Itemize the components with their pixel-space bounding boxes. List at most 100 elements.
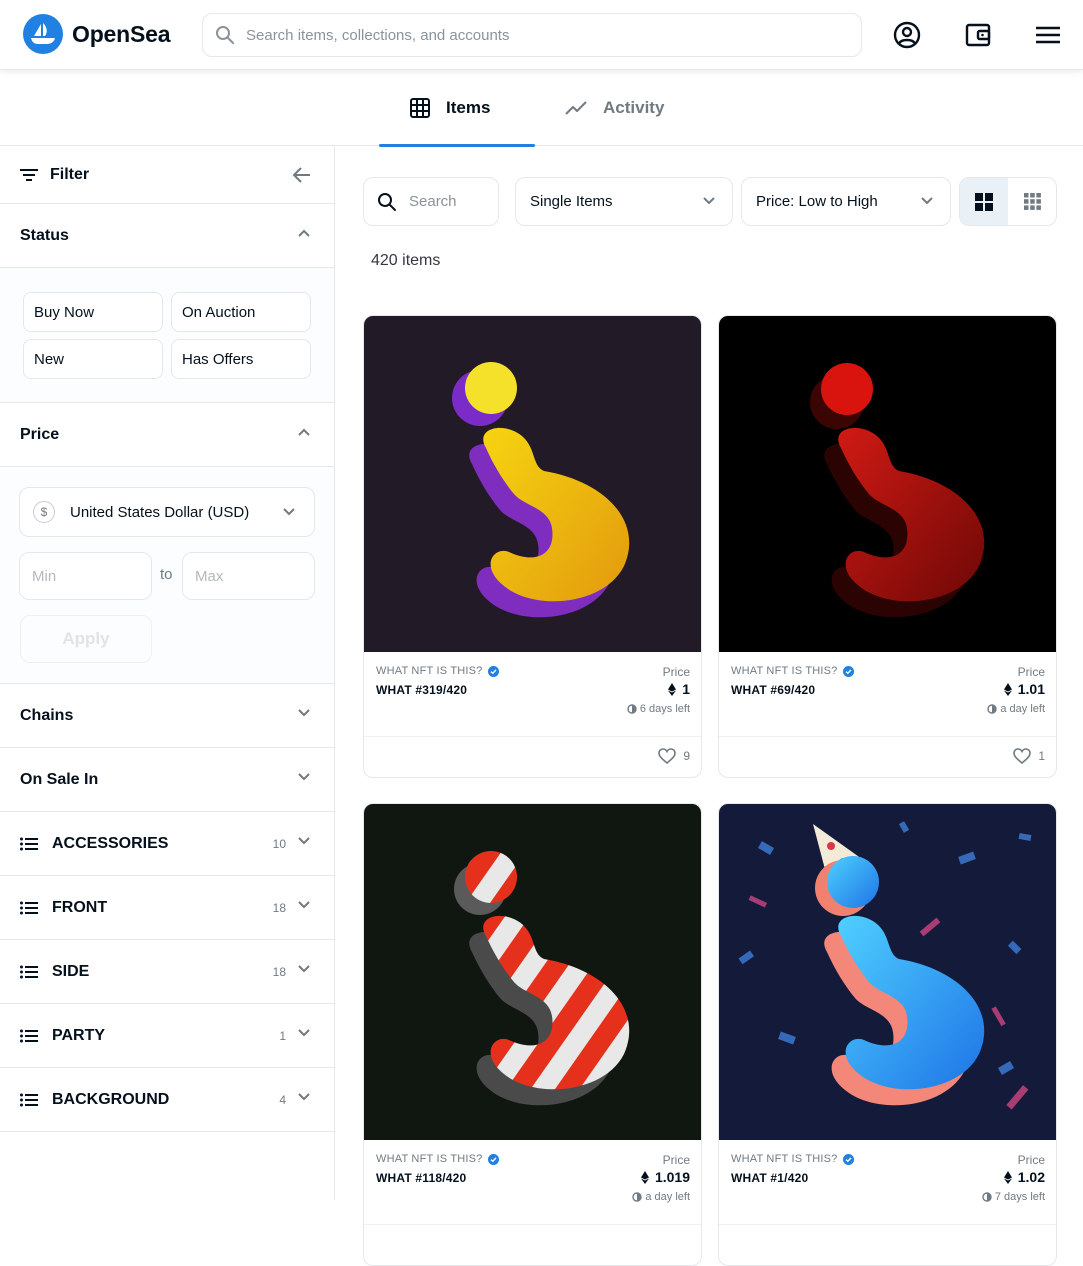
items-search-input[interactable] — [409, 193, 489, 210]
collapse-arrow-icon[interactable] — [292, 166, 312, 184]
opensea-logo[interactable]: OpenSea — [23, 14, 171, 54]
price-label: Price — [662, 665, 690, 679]
list-icon — [20, 1029, 38, 1043]
trait-label: PARTY — [52, 1026, 106, 1044]
chevron-down-icon — [298, 901, 310, 909]
tab-activity-label: Activity — [603, 97, 665, 117]
favorite-button[interactable]: 9 — [658, 748, 690, 764]
wallet-icon[interactable] — [963, 20, 993, 50]
trait-side[interactable]: SIDE 18 — [0, 940, 334, 1004]
time-left: a day left — [632, 1191, 690, 1203]
activity-icon — [565, 100, 587, 116]
nft-card[interactable]: WHAT NFT IS THIS? WHAT #69/420 Price 1.0… — [718, 315, 1057, 778]
trait-count: 4 — [279, 1092, 286, 1107]
price-value: 1 — [668, 681, 690, 697]
status-on-auction[interactable]: On Auction — [171, 292, 311, 332]
top-navbar: OpenSea — [0, 0, 1083, 70]
heart-icon — [1013, 748, 1032, 764]
time-left: a day left — [987, 703, 1045, 715]
nft-artwork-image — [364, 316, 701, 652]
price-amount: 1.019 — [654, 1169, 690, 1185]
status-new[interactable]: New — [23, 339, 163, 379]
tab-items[interactable]: Items — [379, 70, 535, 147]
trait-label: ACCESSORIES — [52, 834, 169, 852]
item-count: 420 items — [371, 252, 441, 269]
collection-name[interactable]: WHAT NFT IS THIS? — [376, 665, 499, 677]
list-icon — [20, 965, 38, 979]
collection-label: WHAT NFT IS THIS? — [731, 665, 838, 677]
collection-name[interactable]: WHAT NFT IS THIS? — [376, 1153, 499, 1165]
time-left: 6 days left — [627, 703, 690, 715]
status-has-offers[interactable]: Has Offers — [171, 339, 311, 379]
trait-party[interactable]: PARTY 1 — [0, 1004, 334, 1068]
price-amount: 1.01 — [1017, 681, 1045, 697]
on-sale-in-title: On Sale In — [20, 770, 99, 788]
nft-artwork-image — [719, 316, 1056, 652]
price-title: Price — [20, 425, 60, 443]
filter-header[interactable]: Filter — [0, 146, 334, 204]
max-price-input[interactable] — [183, 553, 314, 599]
min-price-input[interactable] — [20, 553, 151, 599]
chevron-down-icon — [921, 197, 933, 205]
status-buy-now[interactable]: Buy Now — [23, 292, 163, 332]
brand-name: OpenSea — [72, 20, 171, 47]
likes-count: 1 — [1038, 749, 1045, 763]
trait-accessories[interactable]: ACCESSORIES 10 — [0, 812, 334, 876]
collection-name[interactable]: WHAT NFT IS THIS? — [731, 1153, 854, 1165]
profile-icon[interactable] — [892, 20, 922, 50]
trait-front[interactable]: FRONT 18 — [0, 876, 334, 940]
trait-background[interactable]: BACKGROUND 4 — [0, 1068, 334, 1132]
small-grid-view-button[interactable] — [1008, 178, 1056, 225]
status-options: Buy Now On Auction New Has Offers — [0, 268, 334, 403]
chains-section-header[interactable]: Chains — [0, 684, 334, 748]
nft-artwork-image — [364, 804, 701, 1140]
nft-card[interactable]: WHAT NFT IS THIS? WHAT #1/420 Price 1.02… — [718, 803, 1057, 1266]
verified-badge-icon — [487, 1153, 499, 1165]
search-icon — [215, 25, 235, 45]
status-title: Status — [20, 226, 69, 244]
nft-card[interactable]: WHAT NFT IS THIS? WHAT #319/420 Price 1 … — [363, 315, 702, 778]
price-amount: 1.02 — [1017, 1169, 1045, 1185]
global-search[interactable] — [202, 13, 862, 57]
view-mode-toggle — [959, 177, 1057, 226]
chevron-up-icon — [298, 229, 310, 237]
dollar-icon: $ — [33, 501, 55, 523]
items-search[interactable] — [363, 177, 499, 226]
large-grid-icon — [975, 192, 993, 211]
collection-label: WHAT NFT IS THIS? — [376, 665, 483, 677]
large-grid-view-button[interactable] — [960, 178, 1008, 225]
eth-icon — [640, 1170, 649, 1184]
list-icon — [20, 1093, 38, 1107]
verified-badge-icon — [842, 1153, 854, 1165]
card-info: WHAT NFT IS THIS? WHAT #118/420 Price 1.… — [364, 1140, 701, 1225]
nft-card[interactable]: WHAT NFT IS THIS? WHAT #118/420 Price 1.… — [363, 803, 702, 1266]
item-type-select[interactable]: Single Items — [515, 177, 733, 226]
time-left-text: a day left — [1000, 703, 1045, 715]
on-sale-in-section-header[interactable]: On Sale In — [0, 748, 334, 812]
item-type-value: Single Items — [530, 193, 613, 210]
verified-badge-icon — [842, 665, 854, 677]
tab-activity[interactable]: Activity — [565, 70, 664, 145]
chevron-down-icon — [298, 773, 310, 781]
max-price-field[interactable] — [182, 552, 315, 600]
sort-select[interactable]: Price: Low to High — [741, 177, 951, 226]
filter-icon — [20, 168, 38, 182]
chevron-down-icon — [298, 965, 310, 973]
min-price-field[interactable] — [19, 552, 152, 600]
price-section-header[interactable]: Price — [0, 403, 334, 467]
item-name: WHAT #118/420 — [376, 1171, 467, 1185]
clock-icon — [982, 1192, 992, 1202]
list-icon — [20, 901, 38, 915]
collection-name[interactable]: WHAT NFT IS THIS? — [731, 665, 854, 677]
currency-select[interactable]: $ United States Dollar (USD) — [19, 487, 315, 537]
menu-icon[interactable] — [1033, 20, 1063, 50]
trait-count: 1 — [279, 1028, 286, 1043]
price-label: Price — [662, 1153, 690, 1167]
apply-button[interactable]: Apply — [20, 615, 152, 663]
favorite-button[interactable]: 1 — [1013, 748, 1045, 764]
item-name: WHAT #69/420 — [731, 683, 816, 697]
status-section-header[interactable]: Status — [0, 204, 334, 268]
clock-icon — [627, 704, 637, 714]
collection-tabs: Items Activity — [0, 70, 1083, 147]
global-search-input[interactable] — [246, 26, 846, 44]
